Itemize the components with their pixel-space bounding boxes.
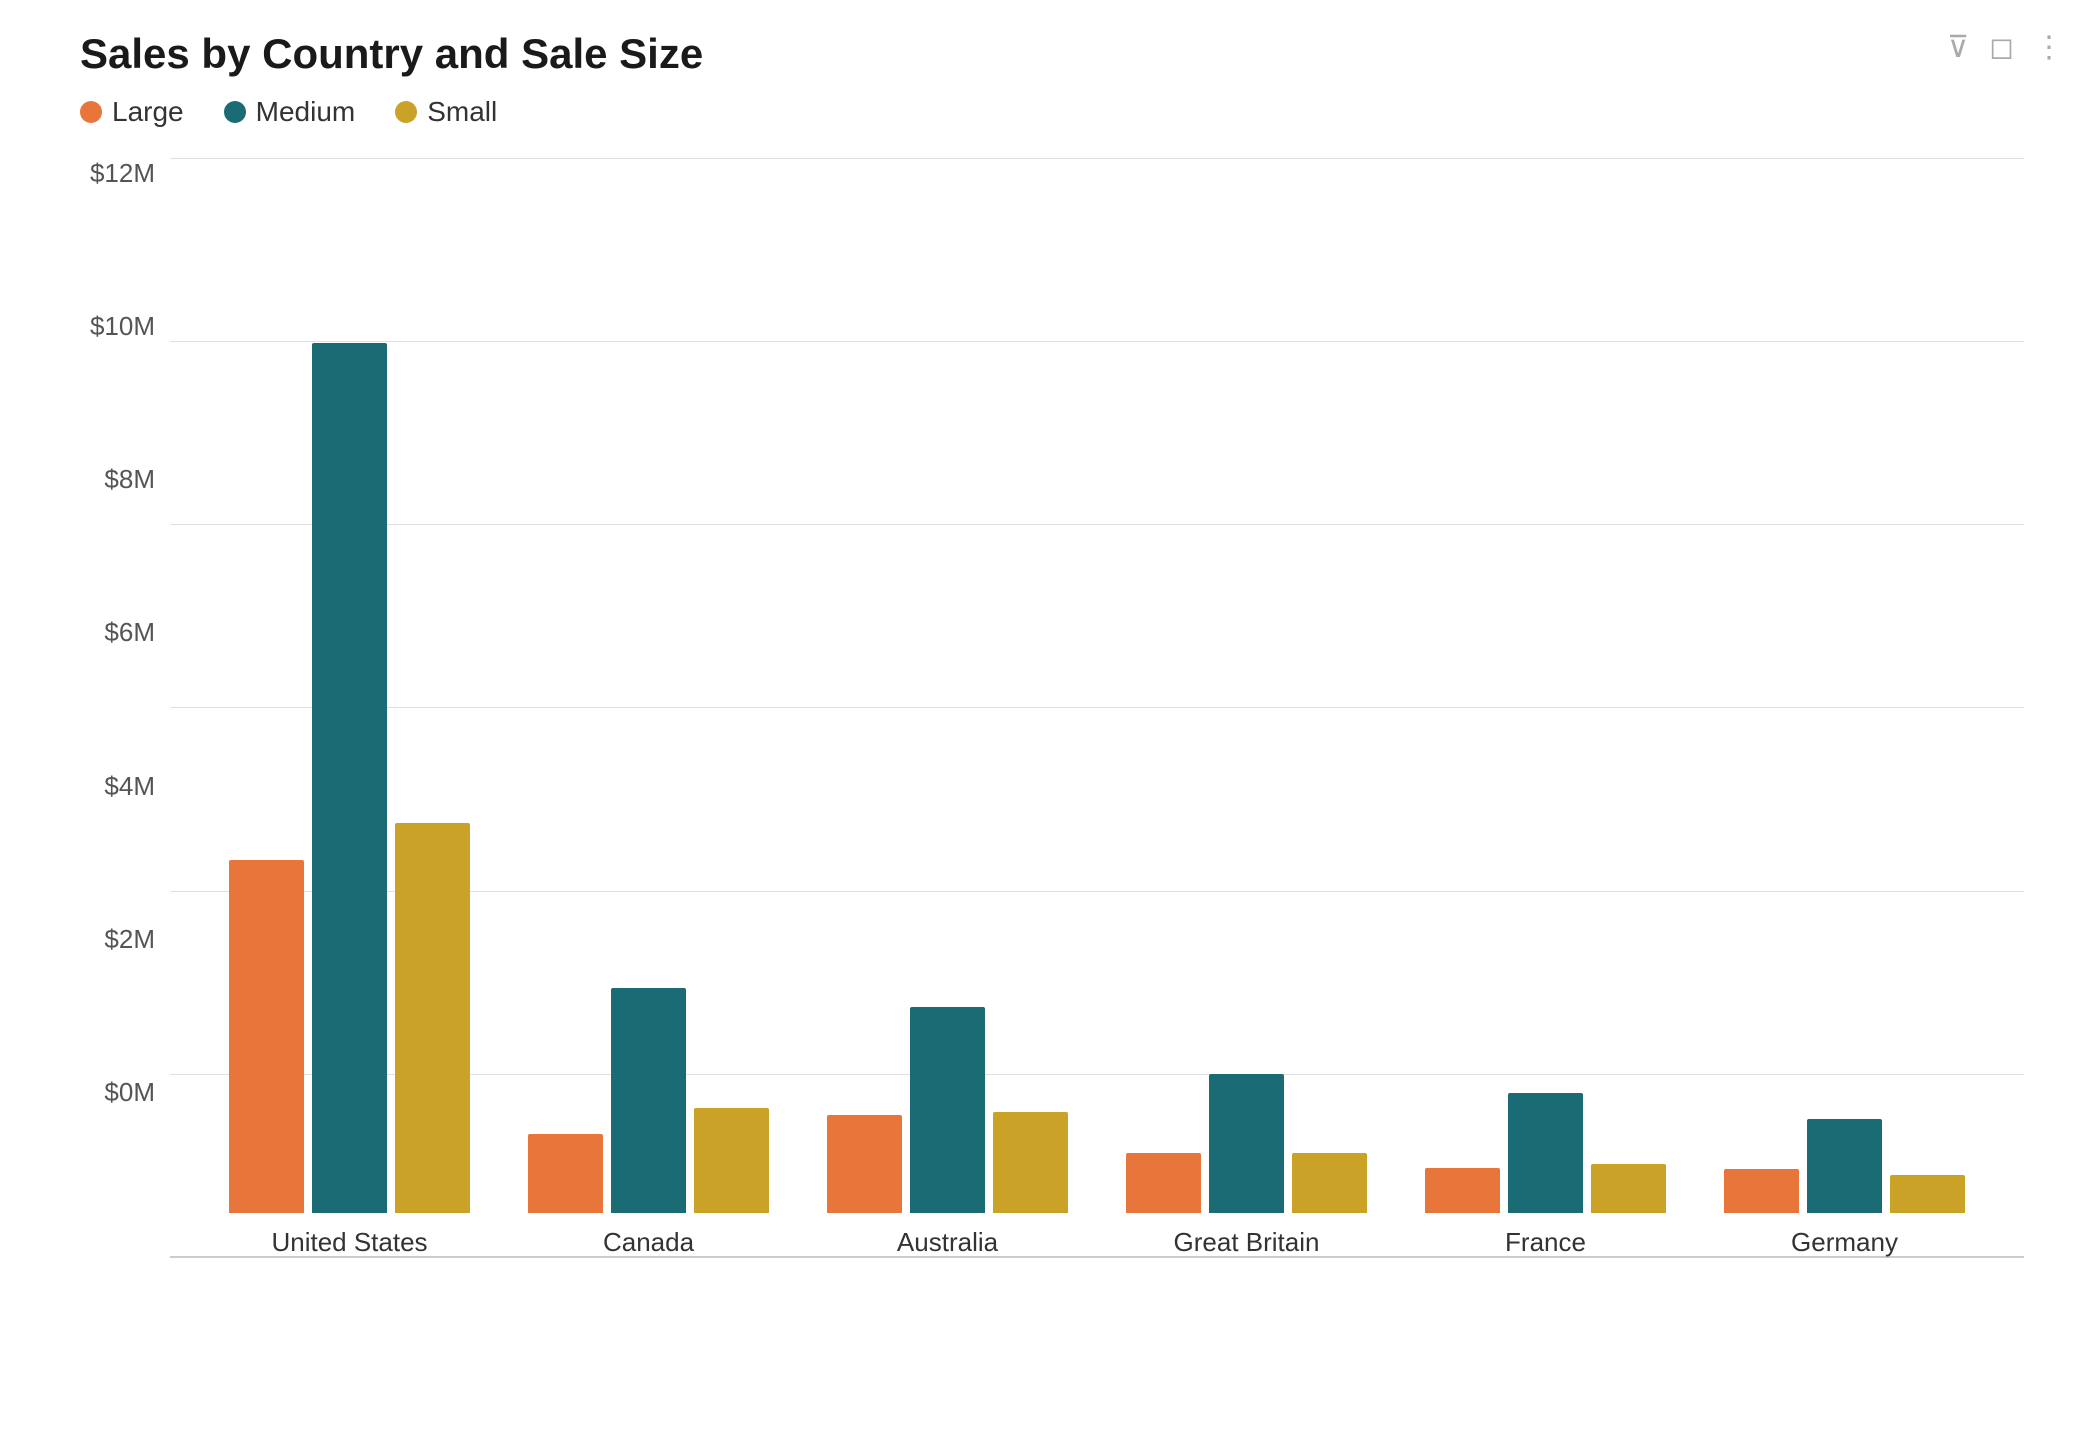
bar-group: Canada [528, 988, 769, 1258]
y-label-2: $4M [80, 771, 170, 802]
filter-icon[interactable]: ⊽ [1947, 30, 1969, 65]
bar-large-great-britain [1126, 1153, 1201, 1213]
bars-row [827, 1007, 1068, 1213]
bar-small-australia [993, 1112, 1068, 1213]
bar-small-united-states [395, 823, 470, 1213]
bar-small-canada [694, 1108, 769, 1213]
bar-large-australia [827, 1115, 902, 1213]
bar-group-label: France [1505, 1227, 1586, 1258]
bar-group: Germany [1724, 1119, 1965, 1258]
legend-label-large: Large [112, 96, 184, 128]
bar-group: France [1425, 1093, 1666, 1258]
bar-group-label: Great Britain [1174, 1227, 1320, 1258]
bars-row [1126, 1074, 1367, 1213]
bars-row [528, 988, 769, 1213]
y-label-3: $6M [80, 617, 170, 648]
chart-container: ⊽ ◻ ⋮ Sales by Country and Sale Size Lar… [0, 0, 2084, 1452]
bar-medium-germany [1807, 1119, 1882, 1213]
legend-item-small: Small [395, 96, 497, 128]
y-label-1: $2M [80, 924, 170, 955]
bars-row [229, 343, 470, 1213]
bar-group-label: United States [271, 1227, 427, 1258]
chart-area: $0M $2M $4M $6M $8M $10M $12M [80, 158, 2024, 1308]
chart-title: Sales by Country and Sale Size [80, 30, 2024, 78]
bars-row [1724, 1119, 1965, 1213]
more-icon[interactable]: ⋮ [2034, 30, 2064, 65]
bar-small-germany [1890, 1175, 1965, 1213]
bar-medium-france [1508, 1093, 1583, 1213]
y-label-4: $8M [80, 464, 170, 495]
bar-group-label: Canada [603, 1227, 694, 1258]
legend-item-medium: Medium [224, 96, 356, 128]
toolbar-icons: ⊽ ◻ ⋮ [1947, 30, 2064, 65]
bar-small-great-britain [1292, 1153, 1367, 1213]
bar-group: Great Britain [1126, 1074, 1367, 1258]
bar-large-canada [528, 1134, 603, 1213]
bar-groups: United States Canada Australia Great Britai… [170, 158, 2024, 1258]
legend-dot-small [395, 101, 417, 123]
bar-group: United States [229, 343, 470, 1258]
bar-medium-united-states [312, 343, 387, 1213]
bar-large-france [1425, 1168, 1500, 1213]
bars-area: United States Canada Australia Great Britai… [170, 158, 2024, 1308]
legend-label-small: Small [427, 96, 497, 128]
bar-medium-australia [910, 1007, 985, 1213]
bar-large-united-states [229, 860, 304, 1213]
y-label-5: $10M [80, 311, 170, 342]
y-axis: $0M $2M $4M $6M $8M $10M $12M [80, 158, 170, 1158]
bar-large-germany [1724, 1169, 1799, 1213]
bar-group-label: Germany [1791, 1227, 1898, 1258]
bar-small-france [1591, 1164, 1666, 1213]
bar-group: Australia [827, 1007, 1068, 1258]
y-label-6: $12M [80, 158, 170, 189]
legend-dot-large [80, 101, 102, 123]
legend-item-large: Large [80, 96, 184, 128]
expand-icon[interactable]: ◻ [1989, 30, 2014, 65]
legend-dot-medium [224, 101, 246, 123]
legend-label-medium: Medium [256, 96, 356, 128]
chart-legend: Large Medium Small [80, 96, 2024, 128]
bars-and-labels: United States Canada Australia Great Britai… [170, 158, 2024, 1308]
bars-row [1425, 1093, 1666, 1213]
y-label-0: $0M [80, 1077, 170, 1108]
bar-group-label: Australia [897, 1227, 998, 1258]
bar-medium-canada [611, 988, 686, 1213]
bar-medium-great-britain [1209, 1074, 1284, 1213]
